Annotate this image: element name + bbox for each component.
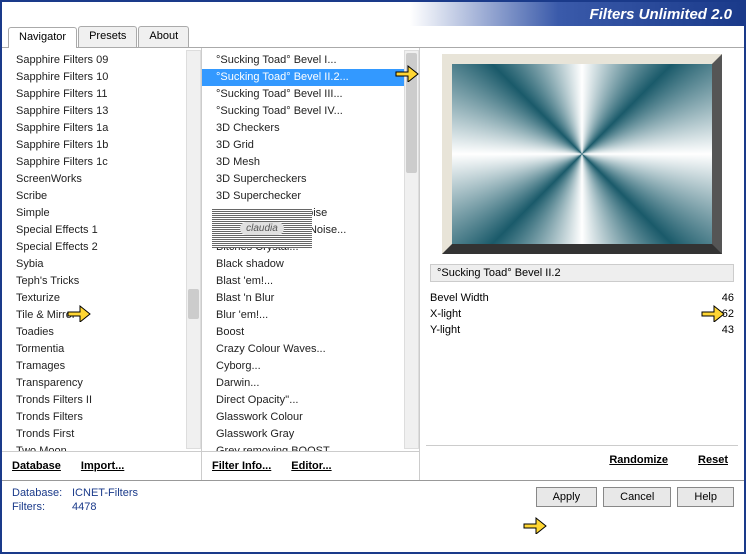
category-list[interactable]: Sapphire Filters 09Sapphire Filters 10Sa…	[2, 48, 201, 451]
slider-value: 43	[714, 324, 734, 336]
list-item[interactable]: °Sucking Toad° Bevel III...	[202, 86, 419, 103]
list-item[interactable]: Tronds First	[2, 426, 201, 443]
list-item[interactable]: Glasswork Gray	[202, 426, 419, 443]
list-item[interactable]: Tronds Filters II	[2, 392, 201, 409]
randomize-row: Randomize Reset	[426, 445, 738, 474]
list-item[interactable]: Sapphire Filters 1b	[2, 137, 201, 154]
category-buttons: Database Import...	[2, 451, 201, 480]
right-panel: °Sucking Toad° Bevel II.2 Bevel Width 46 X…	[420, 48, 744, 480]
list-item[interactable]: Darwin...	[202, 375, 419, 392]
randomize-button[interactable]: Randomize	[603, 452, 674, 468]
list-item[interactable]: °Sucking Toad° Bevel II.2...	[202, 69, 419, 86]
list-item[interactable]: 3D Grid	[202, 137, 419, 154]
list-item[interactable]: Texturize	[2, 290, 201, 307]
title-bar: Filters Unlimited 2.0	[2, 2, 744, 26]
slider-value: 46	[714, 292, 734, 304]
list-item[interactable]: Sapphire Filters 09	[2, 52, 201, 69]
slider-row: Y-light 43	[426, 322, 738, 338]
list-item[interactable]: Tile & Mirror	[2, 307, 201, 324]
sliders-group: Bevel Width 46 X-light 62 Y-light 43	[426, 290, 738, 338]
filters-count: 4478	[72, 501, 96, 513]
database-button[interactable]: Database	[6, 458, 67, 474]
list-item[interactable]: Sybia	[2, 256, 201, 273]
apply-button[interactable]: Apply	[536, 487, 598, 507]
app-title: Filters Unlimited 2.0	[589, 6, 732, 23]
list-item[interactable]: 3D Mesh	[202, 154, 419, 171]
filter-list[interactable]: °Sucking Toad° Bevel I...°Sucking Toad° …	[202, 48, 419, 451]
category-panel: Sapphire Filters 09Sapphire Filters 10Sa…	[2, 48, 202, 480]
list-item[interactable]: Teph's Tricks	[2, 273, 201, 290]
tab-navigator[interactable]: Navigator	[8, 27, 77, 48]
list-item[interactable]: Glasswork Colour	[202, 409, 419, 426]
filter-buttons: Filter Info... Editor...	[202, 451, 419, 480]
slider-row: Bevel Width 46	[426, 290, 738, 306]
preview-image	[442, 54, 722, 254]
list-item[interactable]: 3D Supercheckers	[202, 171, 419, 188]
list-item[interactable]: Boost	[202, 324, 419, 341]
slider-label: Y-light	[430, 324, 510, 336]
slider-value: 62	[714, 308, 734, 320]
list-item[interactable]: Transparency	[2, 375, 201, 392]
list-item[interactable]: Simple	[2, 205, 201, 222]
slider-track[interactable]	[516, 292, 708, 304]
tab-about[interactable]: About	[138, 26, 189, 47]
filter-scrollbar[interactable]	[404, 50, 419, 449]
list-item[interactable]: Two Moon	[2, 443, 201, 451]
slider-track[interactable]	[516, 324, 708, 336]
slider-label: X-light	[430, 308, 510, 320]
import-button[interactable]: Import...	[75, 458, 130, 474]
list-item[interactable]: Special Effects 2	[2, 239, 201, 256]
list-item[interactable]: Black shadow	[202, 256, 419, 273]
watermark: claudia	[212, 208, 312, 248]
status-info: Database:ICNET-Filters Filters:4478	[12, 487, 138, 513]
list-item[interactable]: Sapphire Filters 10	[2, 69, 201, 86]
slider-label: Bevel Width	[430, 292, 510, 304]
tab-strip: NavigatorPresetsAbout	[2, 26, 744, 48]
db-value: ICNET-Filters	[72, 487, 138, 499]
slider-row: X-light 62	[426, 306, 738, 322]
list-item[interactable]: Cyborg...	[202, 358, 419, 375]
list-item[interactable]: Sapphire Filters 1c	[2, 154, 201, 171]
list-item[interactable]: Sapphire Filters 11	[2, 86, 201, 103]
tab-presets[interactable]: Presets	[78, 26, 137, 47]
reset-button[interactable]: Reset	[692, 452, 734, 468]
editor-button[interactable]: Editor...	[285, 458, 337, 474]
list-item[interactable]: Sapphire Filters 13	[2, 103, 201, 120]
list-item[interactable]: Blur 'em!...	[202, 307, 419, 324]
status-bar: Database:ICNET-Filters Filters:4478 Appl…	[2, 480, 744, 530]
action-buttons: Apply Cancel Help	[536, 487, 734, 507]
help-button[interactable]: Help	[677, 487, 734, 507]
list-item[interactable]: Scribe	[2, 188, 201, 205]
list-item[interactable]: °Sucking Toad° Bevel IV...	[202, 103, 419, 120]
cancel-button[interactable]: Cancel	[603, 487, 671, 507]
list-item[interactable]: Blast 'n Blur	[202, 290, 419, 307]
list-item[interactable]: Grey removing BOOST	[202, 443, 419, 451]
list-item[interactable]: Toadies	[2, 324, 201, 341]
list-item[interactable]: Special Effects 1	[2, 222, 201, 239]
list-item[interactable]: Direct Opacity''...	[202, 392, 419, 409]
filter-panel: °Sucking Toad° Bevel I...°Sucking Toad° …	[202, 48, 420, 480]
db-label: Database:	[12, 487, 72, 499]
list-item[interactable]: 3D Checkers	[202, 120, 419, 137]
list-item[interactable]: Tramages	[2, 358, 201, 375]
list-item[interactable]: 3D Superchecker	[202, 188, 419, 205]
list-item[interactable]: ScreenWorks	[2, 171, 201, 188]
list-item[interactable]: °Sucking Toad° Bevel I...	[202, 52, 419, 69]
current-filter-name: °Sucking Toad° Bevel II.2	[430, 264, 734, 282]
main-area: Sapphire Filters 09Sapphire Filters 10Sa…	[2, 48, 744, 480]
list-item[interactable]: Crazy Colour Waves...	[202, 341, 419, 358]
list-item[interactable]: Tronds Filters	[2, 409, 201, 426]
list-item[interactable]: Sapphire Filters 1a	[2, 120, 201, 137]
list-item[interactable]: Blast 'em!...	[202, 273, 419, 290]
list-item[interactable]: Tormentia	[2, 341, 201, 358]
filters-label: Filters:	[12, 501, 72, 513]
filter-info-button[interactable]: Filter Info...	[206, 458, 277, 474]
category-scrollbar[interactable]	[186, 50, 201, 449]
slider-track[interactable]	[516, 308, 708, 320]
